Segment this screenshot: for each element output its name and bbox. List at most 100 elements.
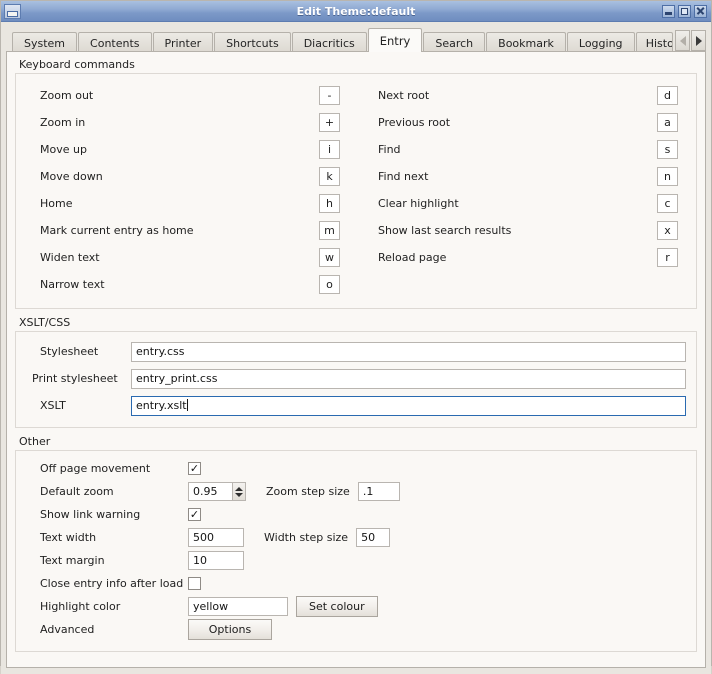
kb-key-show-last-search[interactable]: x (657, 221, 678, 240)
kb-key-next-root[interactable]: d (657, 86, 678, 105)
tab-entry[interactable]: Entry (367, 28, 423, 52)
highlight-color-label: Highlight color (40, 600, 121, 613)
window-titlebar[interactable]: Edit Theme:default (1, 1, 711, 22)
tab-system[interactable]: System (12, 32, 78, 53)
keyboard-command-row: Clear highlight c (378, 190, 678, 217)
width-step-size-label: Width step size (264, 531, 349, 544)
keyboard-command-row: Narrow text o (40, 271, 340, 298)
xslt-input[interactable]: entry.xslt (131, 395, 686, 416)
keyboard-command-row: Widen text w (40, 244, 340, 271)
print-stylesheet-label: Print stylesheet (32, 372, 118, 385)
maximize-button[interactable] (678, 4, 691, 18)
default-zoom-stepper[interactable] (233, 482, 246, 501)
kb-label-move-down: Move down (40, 170, 103, 183)
stylesheet-label: Stylesheet (40, 345, 99, 358)
tab-scroll-left-button[interactable] (675, 30, 690, 51)
default-zoom-input[interactable]: 0.95 (188, 482, 233, 501)
show-link-warning-checkbox[interactable]: ✓ (188, 508, 201, 521)
triangle-right-icon (695, 35, 702, 46)
keyboard-commands-title: Keyboard commands (19, 58, 135, 71)
window-controls (662, 4, 711, 18)
kb-key-previous-root[interactable]: a (657, 113, 678, 132)
tab-history[interactable]: Histo (635, 32, 673, 53)
zoom-step-size-input[interactable]: .1 (357, 482, 400, 501)
kb-label-narrow-text: Narrow text (40, 278, 105, 291)
xslt-input-value: entry.xslt (136, 398, 187, 412)
kb-key-narrow-text[interactable]: o (319, 275, 340, 294)
text-width-input[interactable]: 500 (188, 528, 244, 547)
kb-key-move-down[interactable]: k (319, 167, 340, 186)
stepper-down-icon[interactable] (235, 492, 243, 497)
tab-bar: System Contents Printer Shortcuts Diacri… (6, 28, 706, 53)
kb-key-clear-highlight[interactable]: c (657, 194, 678, 213)
highlight-color-input[interactable]: yellow (188, 597, 288, 616)
close-entry-info-row: Close entry info after load (26, 572, 686, 595)
tab-shortcuts[interactable]: Shortcuts (214, 32, 291, 53)
keyboard-command-row: Zoom out - (40, 82, 340, 109)
text-margin-row: Text margin 10 (26, 549, 686, 572)
tab-printer[interactable]: Printer (152, 32, 214, 53)
kb-key-find-next[interactable]: n (657, 167, 678, 186)
print-stylesheet-input[interactable]: entry_print.css (131, 368, 686, 389)
minimize-button[interactable] (662, 4, 675, 18)
kb-key-mark-home[interactable]: m (319, 221, 340, 240)
window-icon[interactable] (4, 3, 21, 19)
tab-scroll-right-button[interactable] (691, 30, 706, 51)
stylesheet-row: Stylesheet entry.css (26, 338, 686, 365)
keyboard-command-row: Find next n (378, 163, 678, 190)
tab-contents[interactable]: Contents (78, 32, 152, 53)
options-button[interactable]: Options (188, 619, 272, 640)
keyboard-command-row: Move up i (40, 136, 340, 163)
keyboard-command-row: Move down k (40, 163, 340, 190)
entry-tab-page: Keyboard commands Zoom out - Zoom in + M… (6, 51, 706, 668)
stepper-up-icon[interactable] (235, 486, 243, 491)
tab-bookmark[interactable]: Bookmark (486, 32, 566, 53)
xslt-css-title: XSLT/CSS (19, 316, 71, 329)
tab-logging[interactable]: Logging (566, 32, 635, 53)
print-stylesheet-row: Print stylesheet entry_print.css (26, 365, 686, 392)
off-page-movement-checkbox[interactable]: ✓ (188, 462, 201, 475)
kb-label-clear-highlight: Clear highlight (378, 197, 459, 210)
kb-label-find-next: Find next (378, 170, 429, 183)
close-button[interactable] (694, 4, 707, 18)
highlight-color-row: Highlight color yellow Set colour (26, 595, 686, 618)
kb-key-home[interactable]: h (319, 194, 340, 213)
kb-spacer (378, 271, 678, 298)
keyboard-command-row: Reload page r (378, 244, 678, 271)
triangle-left-icon (679, 35, 686, 46)
kb-key-widen-text[interactable]: w (319, 248, 340, 267)
keyboard-command-row: Find s (378, 136, 678, 163)
stylesheet-input[interactable]: entry.css (131, 341, 686, 362)
zoom-step-size-label: Zoom step size (266, 485, 350, 498)
show-link-warning-row: Show link warning ✓ (26, 503, 686, 526)
kb-key-move-up[interactable]: i (319, 140, 340, 159)
kb-key-find[interactable]: s (657, 140, 678, 159)
close-entry-info-label: Close entry info after load (40, 577, 184, 590)
kb-label-move-up: Move up (40, 143, 87, 156)
width-step-size-input[interactable]: 50 (356, 528, 391, 547)
keyboard-command-row: Show last search results x (378, 217, 678, 244)
keyboard-commands-right-column: Next root d Previous root a Find s Find … (364, 82, 686, 298)
kb-label-show-last-search: Show last search results (378, 224, 512, 237)
kb-key-zoom-out[interactable]: - (319, 86, 340, 105)
tab-search[interactable]: Search (423, 32, 486, 53)
text-width-label: Text width (40, 531, 97, 544)
close-entry-info-checkbox[interactable] (188, 577, 201, 590)
keyboard-command-row: Next root d (378, 82, 678, 109)
kb-label-reload-page: Reload page (378, 251, 447, 264)
keyboard-commands-group: Keyboard commands Zoom out - Zoom in + M… (15, 58, 697, 309)
keyboard-command-row: Previous root a (378, 109, 678, 136)
kb-label-home: Home (40, 197, 73, 210)
tab-diacritics[interactable]: Diacritics (291, 32, 367, 53)
xslt-row: XSLT entry.xslt (26, 392, 686, 419)
kb-key-zoom-in[interactable]: + (319, 113, 340, 132)
default-zoom-label: Default zoom (40, 485, 114, 498)
kb-key-reload-page[interactable]: r (657, 248, 678, 267)
advanced-label: Advanced (40, 623, 95, 636)
keyboard-command-row: Zoom in + (40, 109, 340, 136)
off-page-movement-row: Off page movement ✓ (26, 457, 686, 480)
edit-theme-window: Edit Theme:default System Contents Print… (0, 0, 712, 674)
set-colour-button[interactable]: Set colour (296, 596, 378, 617)
tab-scroll-controls (674, 29, 706, 52)
text-margin-input[interactable]: 10 (188, 551, 244, 570)
